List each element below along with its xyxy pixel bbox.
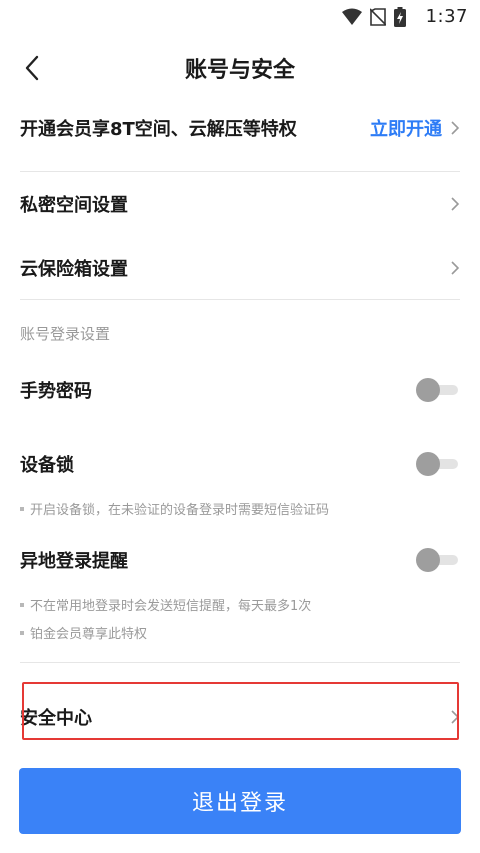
chevron-right-icon: [451, 121, 460, 135]
wifi-icon: [342, 8, 362, 25]
highlight-box: [22, 682, 459, 740]
toggle-knob: [416, 548, 440, 572]
header: 账号与安全: [0, 40, 480, 96]
private-space-settings-row[interactable]: 私密空间设置: [20, 186, 460, 222]
status-bar: 1:37: [0, 0, 480, 34]
chevron-right-icon: [451, 197, 460, 211]
no-sim-icon: [370, 8, 386, 26]
status-icons: [342, 7, 406, 27]
divider: [20, 662, 460, 663]
private-space-label: 私密空间设置: [20, 195, 128, 216]
remote-login-alert-row: 异地登录提醒: [20, 542, 460, 578]
vip-action[interactable]: 立即开通: [370, 115, 460, 141]
section-label-login-settings: 账号登录设置: [20, 325, 111, 343]
gesture-password-toggle[interactable]: [416, 378, 460, 402]
gesture-password-row: 手势密码: [20, 372, 460, 408]
device-lock-row: 设备锁: [20, 446, 460, 482]
remote-login-hint-text: 不在常用地登录时会发送短信提醒，每天最多1次: [30, 599, 312, 614]
chevron-right-icon: [451, 261, 460, 275]
divider: [20, 171, 460, 172]
vip-open-link[interactable]: 立即开通: [370, 115, 442, 141]
hint-bullet: [20, 630, 24, 635]
vault-label: 云保险箱设置: [20, 259, 128, 280]
logout-button[interactable]: 退出登录: [19, 768, 461, 834]
platinum-privilege-hint-text: 铂金会员尊享此特权: [30, 627, 148, 642]
device-lock-label: 设备锁: [20, 455, 74, 476]
toggle-knob: [416, 452, 440, 476]
status-time: 1:37: [425, 6, 468, 27]
vip-promo-row[interactable]: 开通会员享8T空间、云解压等特权 立即开通: [20, 110, 460, 146]
platinum-privilege-hint: 铂金会员尊享此特权: [20, 623, 147, 642]
page-title: 账号与安全: [184, 58, 295, 83]
divider: [20, 299, 460, 300]
device-lock-hint: 开启设备锁，在未验证的设备登录时需要短信验证码: [20, 499, 329, 518]
vip-promo-label: 开通会员享8T空间、云解压等特权: [20, 119, 297, 140]
device-lock-hint-text: 开启设备锁，在未验证的设备登录时需要短信验证码: [30, 503, 330, 518]
remote-login-hint: 不在常用地登录时会发送短信提醒，每天最多1次: [20, 595, 311, 614]
remote-login-alert-label: 异地登录提醒: [20, 551, 128, 572]
hint-bullet: [20, 506, 24, 511]
hint-bullet: [20, 602, 24, 607]
device-lock-toggle[interactable]: [416, 452, 460, 476]
remote-login-alert-toggle[interactable]: [416, 548, 460, 572]
vault-settings-row[interactable]: 云保险箱设置: [20, 250, 460, 286]
battery-charging-icon: [394, 7, 406, 27]
gesture-password-label: 手势密码: [20, 381, 92, 402]
toggle-knob: [416, 378, 440, 402]
